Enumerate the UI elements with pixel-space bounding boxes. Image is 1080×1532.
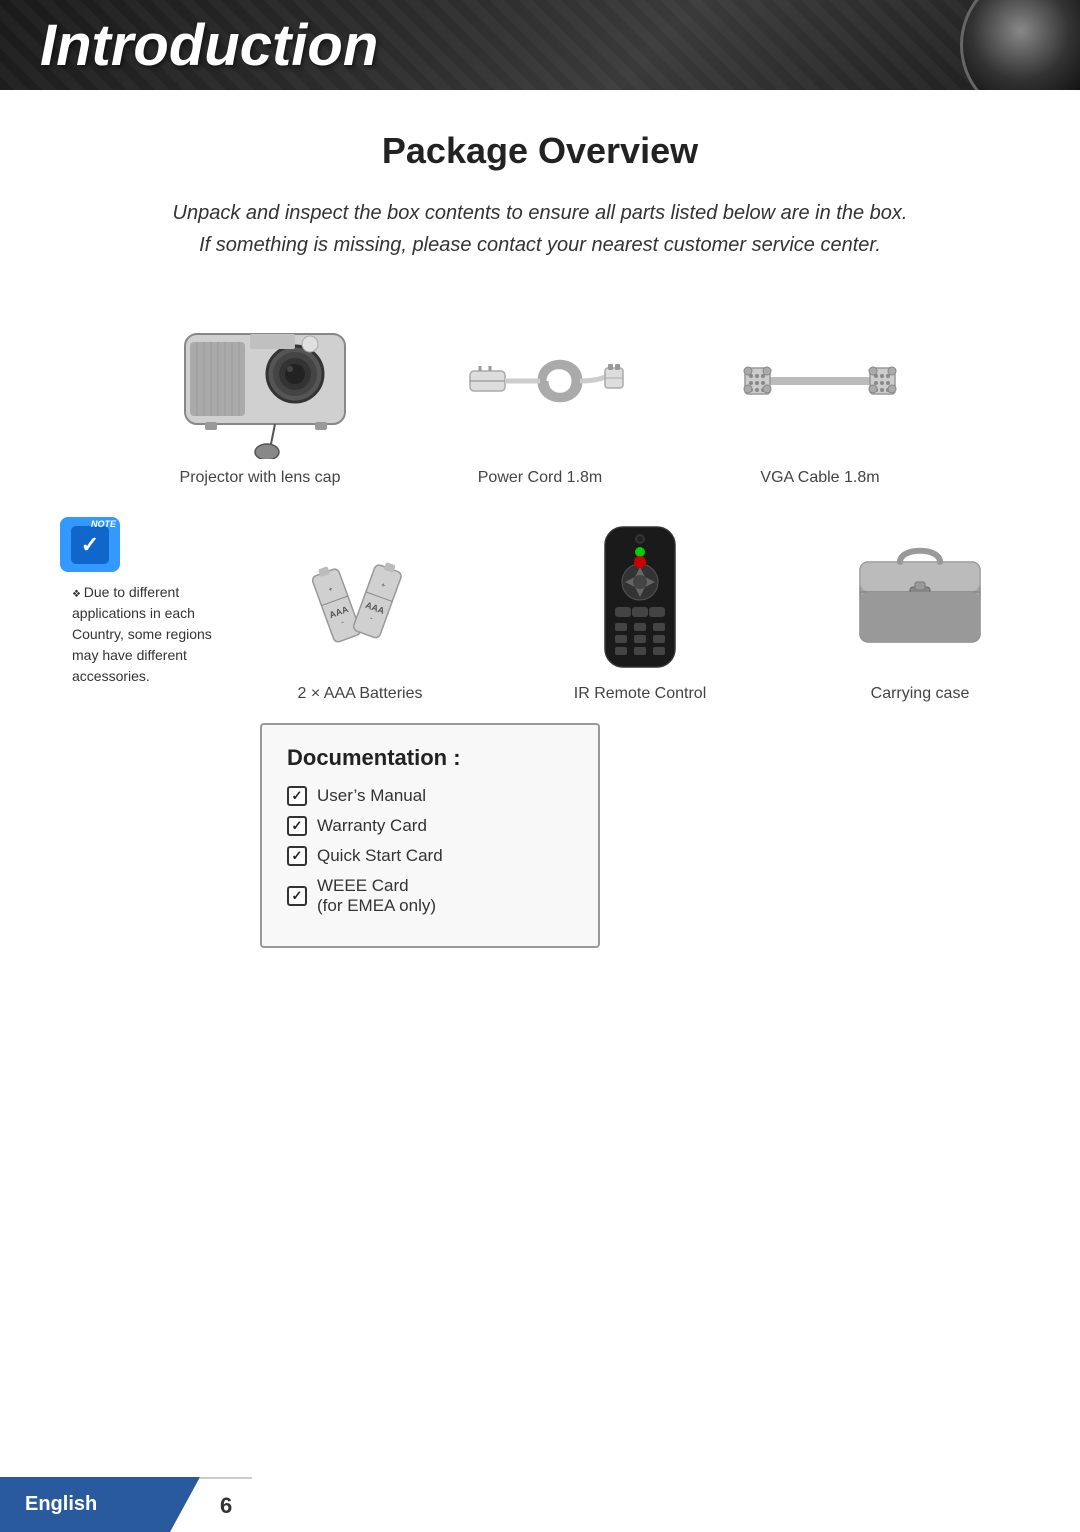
power-cord-image: [430, 301, 650, 461]
projector-image: [150, 301, 370, 461]
products-row-1: Projector with lens cap: [60, 301, 1020, 487]
documentation-section: Documentation : ✓ User’s Manual ✓ Warran…: [260, 723, 1020, 948]
remote-image: [530, 517, 750, 677]
intro-paragraph: Unpack and inspect the box contents to e…: [165, 197, 915, 261]
product-projector: Projector with lens cap: [135, 301, 385, 487]
checkbox-users-manual: ✓: [287, 786, 307, 806]
note-icon: NOTE ✓: [60, 517, 120, 572]
doc-item-3: ✓ Quick Start Card: [287, 846, 573, 866]
product-batteries: AAA + - AAA + -: [250, 517, 470, 703]
product-case: Carrying case: [810, 517, 1030, 703]
footer: English 6: [0, 1477, 1080, 1532]
page-chapter-title: Introduction: [40, 12, 378, 79]
section-title: Package Overview: [60, 130, 1020, 172]
doc-label-quick-start: Quick Start Card: [317, 846, 443, 866]
case-image: [810, 517, 1030, 677]
doc-label-weee-card: WEEE Card (for EMEA only): [317, 876, 436, 916]
remote-label: IR Remote Control: [574, 685, 707, 703]
projector-label: Projector with lens cap: [180, 469, 341, 487]
lens-decoration: [960, 0, 1080, 90]
batteries-image: AAA + - AAA + -: [250, 517, 470, 677]
doc-label-warranty-card: Warranty Card: [317, 816, 427, 836]
note-text: Due to different applications in each Co…: [60, 582, 240, 687]
note-label-text: NOTE: [91, 519, 116, 529]
case-label: Carrying case: [871, 685, 970, 703]
checkbox-warranty-card: ✓: [287, 816, 307, 836]
doc-item-4: ✓ WEEE Card (for EMEA only): [287, 876, 573, 916]
vga-cable-label: VGA Cable 1.8m: [760, 469, 879, 487]
product-remote: IR Remote Control: [530, 517, 750, 703]
note-icon-inner: ✓: [71, 526, 109, 564]
product-vga-cable: VGA Cable 1.8m: [695, 301, 945, 487]
footer-language: English: [0, 1477, 200, 1532]
documentation-box: Documentation : ✓ User’s Manual ✓ Warran…: [260, 723, 600, 948]
products-row-2: AAA + - AAA + -: [260, 517, 1020, 703]
product-power-cord: Power Cord 1.8m: [415, 301, 665, 487]
power-cord-label: Power Cord 1.8m: [478, 469, 603, 487]
batteries-label: 2 × AAA Batteries: [298, 685, 423, 703]
note-box: NOTE ✓ Due to different applications in …: [60, 517, 240, 687]
row2-container: NOTE ✓ Due to different applications in …: [60, 517, 1020, 703]
vga-cable-image: [710, 301, 930, 461]
footer-page-number: 6: [200, 1477, 252, 1532]
checkbox-weee-card: ✓: [287, 886, 307, 906]
doc-item-2: ✓ Warranty Card: [287, 816, 573, 836]
documentation-title: Documentation :: [287, 745, 573, 771]
doc-label-users-manual: User’s Manual: [317, 786, 426, 806]
main-content: Package Overview Unpack and inspect the …: [0, 90, 1080, 988]
lens-icon: [960, 0, 1080, 90]
doc-item-1: ✓ User’s Manual: [287, 786, 573, 806]
checkbox-quick-start: ✓: [287, 846, 307, 866]
header: Introduction: [0, 0, 1080, 90]
